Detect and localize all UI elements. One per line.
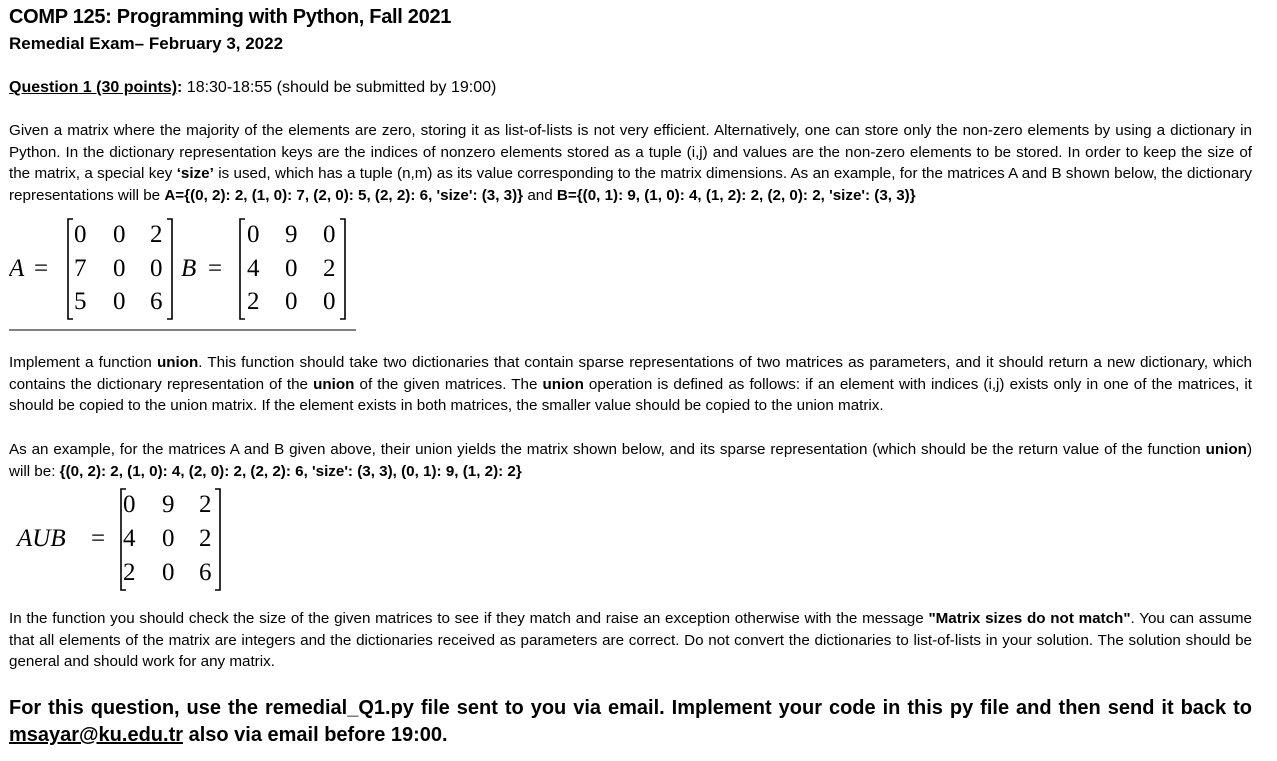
matrix-b-left-bracket	[239, 218, 245, 320]
matrix-aub-cell: 4	[123, 525, 136, 552]
union-keyword: union	[1205, 441, 1247, 458]
submission-text-2: also via email before 19:00.	[183, 724, 448, 746]
matrix-a-cell: 5	[74, 288, 87, 315]
matrix-a-equals: =	[34, 255, 48, 282]
union-desc-text-1: Implement a function	[9, 354, 157, 371]
matrix-b-cell: 2	[323, 255, 336, 282]
matrix-a-cell: 0	[113, 255, 126, 282]
matrix-aub-cell: 6	[199, 559, 212, 586]
example-text-1: As an example, for the matrices A and B …	[9, 441, 1206, 458]
matrix-aub-cell: 9	[162, 491, 175, 518]
matrix-aub-cell: 0	[123, 491, 136, 518]
union-description-paragraph: Implement a function union. This functio…	[9, 352, 1252, 417]
matrix-b-cell: 0	[323, 288, 336, 315]
matrix-aub-right-bracket	[215, 488, 221, 591]
exception-paragraph: In the function you should check the siz…	[9, 608, 1252, 673]
size-key-text: ‘size’	[176, 165, 214, 182]
matrix-a-cells: 0 0 2 7 0 0 5 0 6	[74, 221, 163, 315]
question-heading-line: Question 1 (30 points): 18:30-18:55 (sho…	[9, 79, 496, 97]
matrix-a-cell: 0	[113, 288, 126, 315]
union-keyword: union	[542, 375, 584, 393]
matrix-aub-cell: 0	[162, 559, 175, 586]
exception-text-1: In the function you should check the siz…	[9, 610, 929, 627]
matrix-aub-cell: 2	[123, 559, 136, 586]
union-keyword: union	[313, 375, 355, 393]
dict-b-text: B={(0, 1): 9, (1, 0): 4, (1, 2): 2, (2, …	[556, 186, 916, 204]
matrix-a-cell: 0	[113, 221, 126, 248]
intro-and: and	[523, 186, 557, 204]
matrix-aub-cells: 0 9 2 4 0 2 2 0 6	[123, 491, 212, 586]
matrix-a-cell: 0	[74, 221, 87, 248]
example-paragraph: As an example, for the matrices A and B …	[9, 439, 1252, 482]
matrix-b-cell: 0	[285, 288, 298, 315]
matrix-aub-cell: 0	[162, 525, 175, 552]
matrix-b-cell: 4	[247, 255, 260, 282]
matrix-a-cell: 6	[150, 288, 163, 315]
matrix-aub-equals: =	[91, 525, 105, 552]
matrix-b-cells: 0 9 0 4 0 2 2 0 0	[247, 221, 336, 315]
matrix-b-cell: 0	[247, 221, 260, 248]
matrix-b-cell: 0	[323, 221, 336, 248]
matrix-a-cell: 7	[74, 255, 87, 282]
dict-a-text: A={(0, 2): 2, (1, 0): 7, (2, 0): 5, (2, …	[164, 186, 524, 204]
page-subtitle: Remedial Exam– February 3, 2022	[9, 34, 284, 53]
matrix-a-cell: 0	[150, 255, 163, 282]
matrix-aub-label: AUB	[15, 525, 66, 552]
union-desc-text-3: of the given matrices. The	[354, 375, 543, 393]
matrix-aub-cell: 2	[199, 491, 212, 518]
submission-text-1: For this question, use the remedial_Q1.p…	[9, 697, 1252, 719]
email-link[interactable]: msayar@ku.edu.tr	[9, 724, 183, 746]
intro-paragraph: Given a matrix where the majority of the…	[9, 120, 1252, 206]
matrix-a-left-bracket	[67, 218, 73, 320]
matrix-b-label: B	[181, 255, 196, 282]
matrices-a-b-svg: A = 0 0 2 7 0 0 5 0 6 B = 0 9 0 4 0 2 2 …	[9, 218, 356, 331]
submission-instructions: For this question, use the remedial_Q1.p…	[9, 695, 1252, 749]
matrix-aub-figure: AUB = 0 9 2 4 0 2 2 0 6	[9, 484, 239, 596]
question-heading: Question 1 (30 points)	[9, 79, 178, 96]
union-keyword: union	[156, 354, 199, 371]
exception-message: "Matrix sizes do not match"	[928, 610, 1131, 627]
union-result-dict: {(0, 2): 2, (1, 0): 4, (2, 0): 2, (2, 2)…	[59, 462, 522, 480]
matrix-aub-cell: 2	[199, 525, 212, 552]
matrix-aub-svg: AUB = 0 9 2 4 0 2 2 0 6	[15, 488, 221, 591]
matrix-a-right-bracket	[167, 218, 173, 320]
matrix-a-cell: 2	[150, 221, 163, 248]
matrix-b-cell: 9	[285, 221, 298, 248]
matrix-b-cell: 2	[247, 288, 260, 315]
question-timing: 18:30-18:55 (should be submitted by 19:0…	[182, 79, 497, 96]
page-title: COMP 125: Programming with Python, Fall …	[9, 6, 452, 28]
matrix-b-equals: =	[208, 255, 222, 282]
matrix-b-cell: 0	[285, 255, 298, 282]
matrix-b-right-bracket	[340, 218, 346, 320]
matrix-a-label: A	[9, 255, 25, 282]
matrices-a-b-figure: A = 0 0 2 7 0 0 5 0 6 B = 0 9 0 4 0 2 2 …	[9, 214, 359, 334]
